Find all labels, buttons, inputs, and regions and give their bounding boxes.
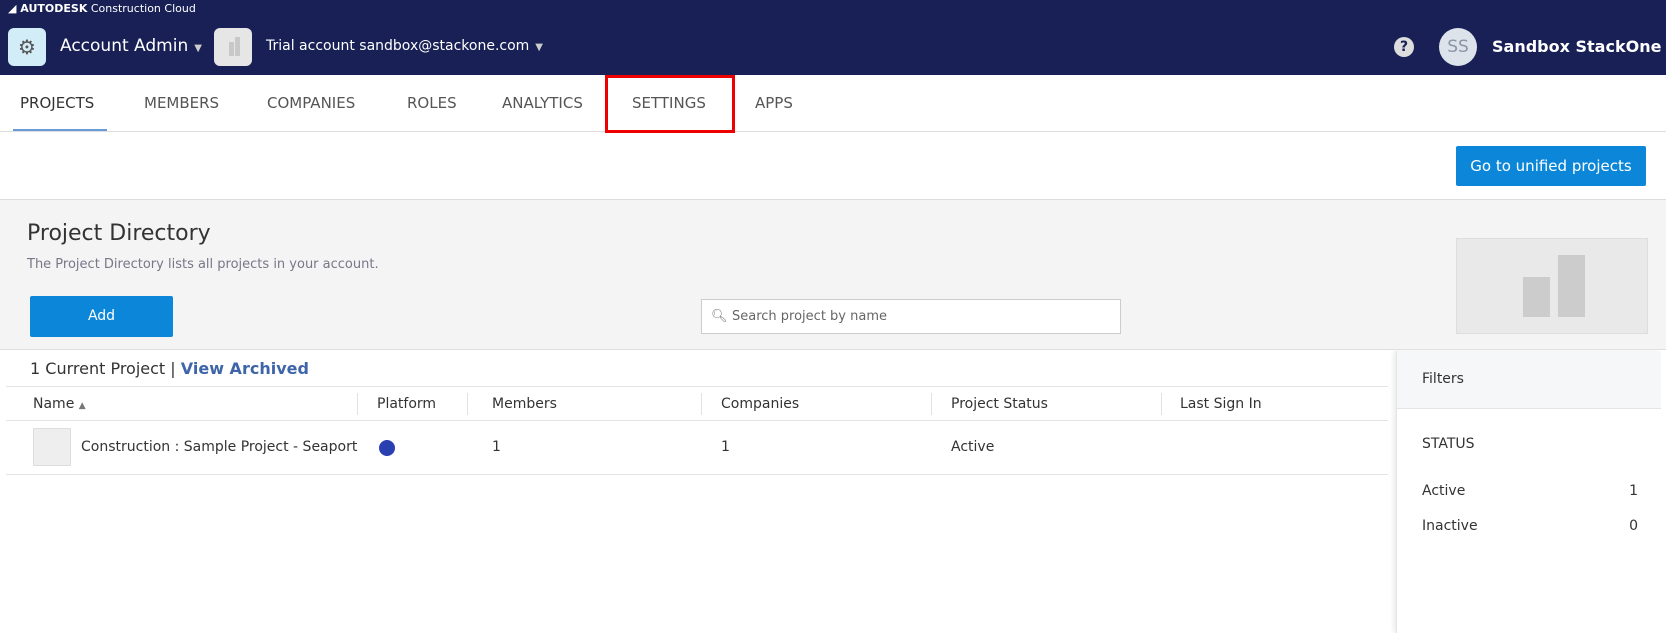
gear-icon[interactable]: ⚙	[8, 28, 46, 66]
caret-down-icon: ▼	[194, 43, 202, 54]
column-platform[interactable]: Platform	[377, 396, 436, 412]
page-title: Project Directory	[27, 221, 211, 246]
logo-text: AUTODESK	[20, 2, 88, 15]
account-admin-label: Account Admin	[60, 36, 189, 56]
project-name[interactable]: Construction : Sample Project - Seaport	[81, 439, 357, 455]
filters-title: Filters	[1422, 371, 1464, 387]
filter-label: Inactive	[1422, 518, 1478, 534]
filters-header: Filters	[1397, 351, 1661, 409]
project-status: Active	[951, 439, 995, 455]
tab-analytics[interactable]: ANALYTICS	[502, 94, 583, 112]
user-menu[interactable]: Sandbox StackOne▼	[1492, 37, 1666, 56]
top-bar: ◢ AUTODESK Construction Cloud ⚙ Account …	[0, 0, 1666, 75]
column-divider[interactable]	[357, 393, 358, 415]
view-archived-link[interactable]: View Archived	[181, 359, 309, 378]
tab-companies[interactable]: COMPANIES	[267, 94, 355, 112]
add-project-button[interactable]: Add	[30, 296, 173, 337]
building-icon[interactable]	[214, 28, 252, 66]
trial-account-dropdown[interactable]: Trial account sandbox@stackone.com ▼	[266, 38, 543, 54]
status-section-label: STATUS	[1422, 436, 1475, 452]
page-subtitle: The Project Directory lists all projects…	[27, 257, 379, 272]
column-members[interactable]: Members	[492, 396, 557, 412]
table-row[interactable]: Construction : Sample Project - Seaport …	[6, 421, 1388, 475]
filter-count: 0	[1629, 518, 1638, 534]
column-project-status[interactable]: Project Status	[951, 396, 1048, 412]
search-placeholder: Search project by name	[732, 309, 887, 324]
trial-account-label: Trial account sandbox@stackone.com	[266, 38, 530, 54]
building-icon	[1523, 255, 1585, 317]
filters-panel: Filters STATUS Active 1 Inactive 0	[1396, 351, 1661, 633]
tab-projects[interactable]: PROJECTS	[20, 94, 94, 112]
avatar[interactable]: SS	[1439, 28, 1477, 66]
column-divider[interactable]	[1161, 393, 1162, 415]
caret-down-icon: ▼	[535, 42, 543, 53]
autodesk-logo: ◢ AUTODESK Construction Cloud	[8, 2, 196, 15]
settings-highlight-box	[605, 75, 735, 133]
tab-roles[interactable]: ROLES	[407, 94, 457, 112]
tab-members[interactable]: MEMBERS	[144, 94, 219, 112]
filter-count: 1	[1629, 483, 1638, 499]
column-divider[interactable]	[701, 393, 702, 415]
product-name: Construction Cloud	[90, 2, 196, 15]
current-project-count: 1 Current Project	[30, 359, 166, 378]
active-tab-indicator	[13, 129, 107, 131]
account-image-placeholder[interactable]	[1456, 238, 1648, 334]
table-header: Name ▲ Platform Members Companies Projec…	[6, 386, 1388, 421]
project-thumbnail	[33, 428, 71, 466]
column-name[interactable]: Name ▲	[33, 396, 86, 412]
search-icon: 🔍︎	[711, 309, 728, 324]
sort-asc-icon: ▲	[78, 401, 86, 411]
column-name-label: Name	[33, 396, 75, 412]
help-icon[interactable]: ?	[1394, 37, 1414, 57]
tab-apps[interactable]: APPS	[755, 94, 793, 112]
column-companies[interactable]: Companies	[721, 396, 799, 412]
account-admin-dropdown[interactable]: Account Admin ▼	[60, 36, 202, 56]
go-to-unified-projects-button[interactable]: Go to unified projects	[1456, 146, 1646, 186]
column-last-sign-in[interactable]: Last Sign In	[1180, 396, 1262, 412]
project-count: 1 Current Project | View Archived	[30, 359, 309, 378]
filter-label: Active	[1422, 483, 1466, 499]
divider: |	[170, 359, 176, 378]
project-directory-header: Project Directory The Project Directory …	[0, 199, 1666, 350]
main-tabs: PROJECTS MEMBERS COMPANIES ROLES ANALYTI…	[0, 75, 1666, 132]
user-name: Sandbox StackOne	[1492, 37, 1662, 56]
project-members: 1	[492, 439, 501, 455]
platform-globe-icon	[379, 440, 395, 456]
search-input[interactable]: 🔍︎ Search project by name	[701, 299, 1121, 334]
column-divider[interactable]	[467, 393, 468, 415]
project-companies: 1	[721, 439, 730, 455]
column-divider[interactable]	[931, 393, 932, 415]
